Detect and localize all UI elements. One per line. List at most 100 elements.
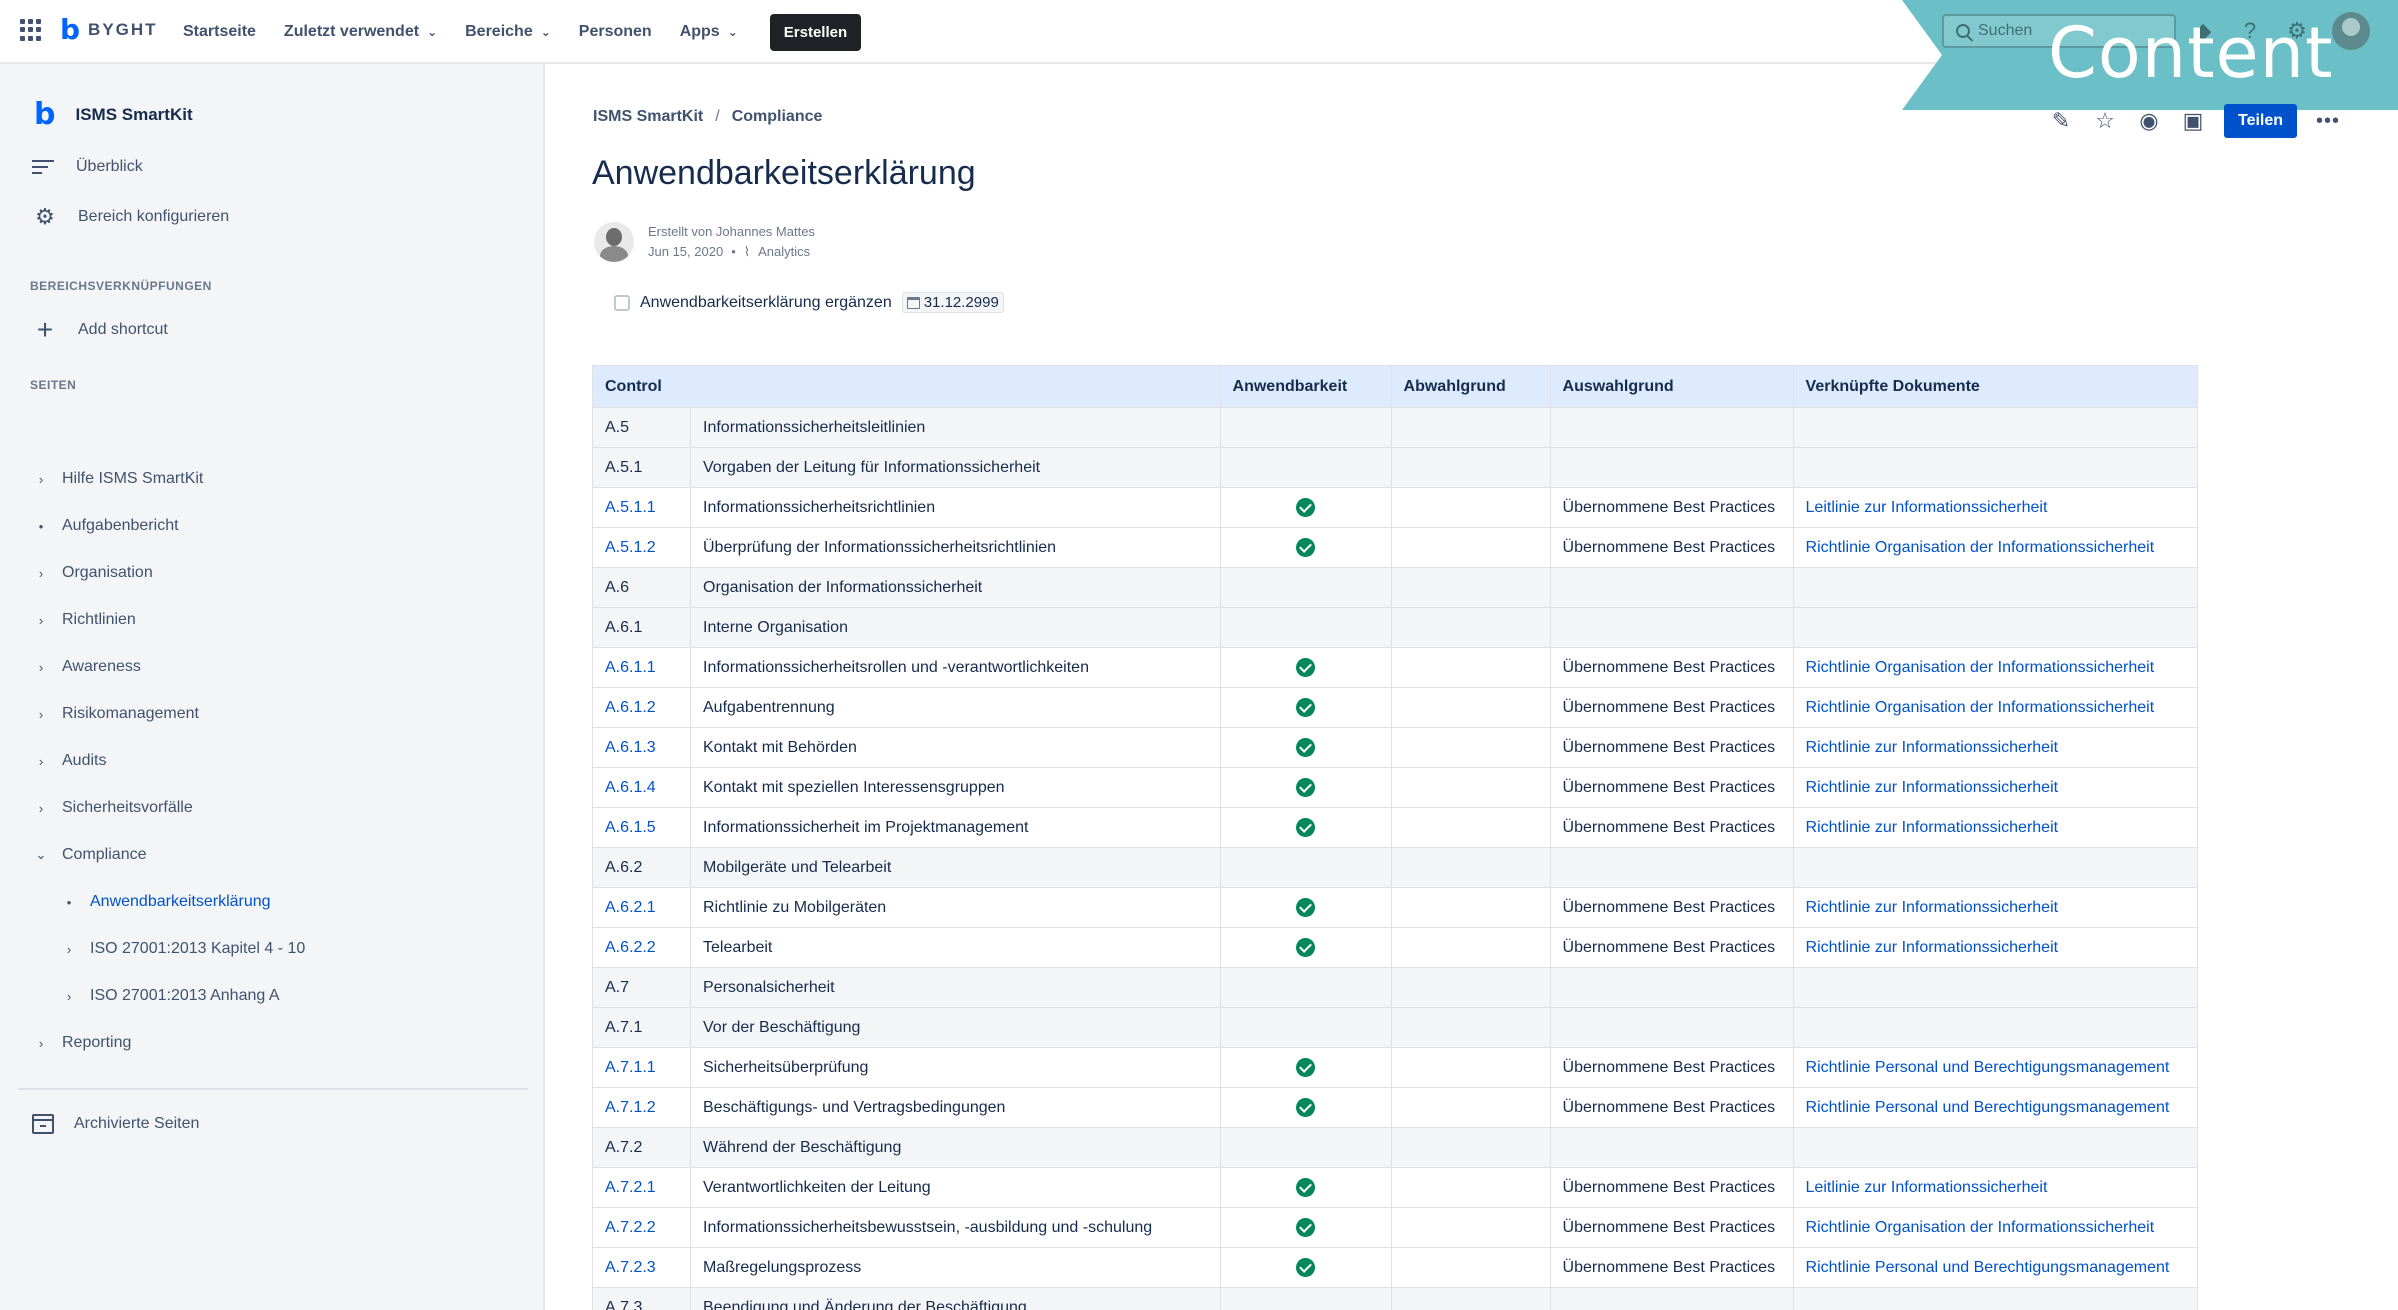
nav-item-startseite[interactable]: Startseite [183,23,256,41]
linked-document-link [1792,447,2199,488]
task-label: Anwendbarkeitserklärung ergänzen [640,293,892,311]
overview-link[interactable]: Überblick [32,158,143,176]
task-checkbox[interactable] [614,294,630,311]
linked-document-link[interactable]: Richtlinie zur Informationssicherheit [1792,727,2199,768]
star-icon[interactable]: ☆ [2092,108,2118,134]
restrictions-lock-icon[interactable]: ▣ [2180,108,2206,134]
linked-document-link[interactable]: Richtlinie zur Informationssicherheit [1792,807,2199,848]
chevron-right-icon[interactable]: › [60,942,78,957]
check-circle-icon [1296,538,1316,557]
control-code[interactable]: A.7.2.2 [592,1207,691,1248]
control-code[interactable]: A.5.1.1 [592,487,691,528]
table-row: A.6.1 Interne Organisation [592,607,2199,648]
chevron-right-icon[interactable]: › [32,566,50,581]
edit-pencil-icon[interactable]: ✎ [2048,108,2074,134]
sidebar-page-awareness[interactable]: › Awareness [32,658,141,676]
space-header[interactable]: b ISMS SmartKit [34,100,193,130]
analytics-link[interactable]: Analytics [758,242,810,262]
sidebar-page-sicherheitsvorf-lle[interactable]: › Sicherheitsvorfälle [32,799,193,817]
share-button[interactable]: Teilen [2224,104,2298,138]
deselection-reason-cell [1390,527,1551,568]
chevron-right-icon[interactable]: › [32,613,50,628]
breadcrumb-space[interactable]: ISMS SmartKit [593,108,703,126]
applicability-cell [1219,607,1392,648]
chevron-right-icon[interactable]: › [32,707,50,722]
linked-document-link[interactable]: Richtlinie Personal und Berechtigungsman… [1792,1047,2199,1088]
chevron-right-icon[interactable]: › [32,801,50,816]
add-shortcut-link[interactable]: + Add shortcut [32,314,168,346]
control-code[interactable]: A.6.2.2 [592,927,691,968]
more-actions-icon[interactable]: ••• [2315,108,2341,134]
linked-document-link[interactable]: Richtlinie Personal und Berechtigungsman… [1792,1247,2199,1288]
applicability-cell [1219,567,1392,608]
chevron-right-icon[interactable]: › [32,660,50,675]
chevron-right-icon[interactable]: › [32,754,50,769]
control-code[interactable]: A.6.1.3 [592,727,691,768]
control-code[interactable]: A.6.1.5 [592,807,691,848]
watch-eye-icon[interactable]: ◉ [2136,108,2162,134]
author-avatar[interactable] [594,222,634,262]
sidebar-page-risikomanagement[interactable]: › Risikomanagement [32,705,199,723]
linked-document-link[interactable]: Leitlinie zur Informationssicherheit [1792,1167,2199,1208]
archived-pages-link[interactable]: Archivierte Seiten [32,1114,199,1134]
control-code[interactable]: A.7.2.1 [592,1167,691,1208]
sidebar-page-organisation[interactable]: › Organisation [32,564,153,582]
applicability-cell [1219,727,1392,768]
nav-item-apps[interactable]: Apps ⌄ [680,23,738,41]
control-name: Maßregelungsprozess [690,1247,1221,1288]
control-code[interactable]: A.6.1.1 [592,647,691,688]
nav-item-bereiche[interactable]: Bereiche ⌄ [465,23,551,41]
breadcrumb-compliance[interactable]: Compliance [732,108,823,126]
product-logo[interactable]: b BYGHT [60,16,158,44]
control-code[interactable]: A.7.1.2 [592,1087,691,1128]
breadcrumb: ISMS SmartKit / Compliance [593,108,822,126]
sidebar-page-audits[interactable]: › Audits [32,752,107,770]
table-row: A.7.1 Vor der Beschäftigung [592,1007,2199,1048]
control-code: A.7.1 [592,1007,691,1048]
sidebar-page-label: Hilfe ISMS SmartKit [62,470,204,487]
configure-space-link[interactable]: ⚙ Bereich konfigurieren [32,204,229,230]
task-due-date[interactable]: 31.12.2999 [901,292,1004,313]
chevron-right-icon[interactable]: › [32,1036,50,1051]
applicability-cell [1219,1127,1392,1168]
selection-reason-cell: Übernommene Best Practices [1549,1207,1794,1248]
breadcrumb-separator: / [715,108,720,125]
create-button[interactable]: Erstellen [769,13,862,51]
linked-document-link[interactable]: Richtlinie zur Informationssicherheit [1792,767,2199,808]
app-switcher-icon[interactable] [20,19,42,41]
control-code: A.6.2 [592,847,691,888]
linked-document-link[interactable]: Richtlinie Organisation der Informations… [1792,687,2199,728]
sidebar-page-iso-27001-2013-kapitel-4-10[interactable]: › ISO 27001:2013 Kapitel 4 - 10 [60,940,305,958]
chevron-down-icon[interactable]: ⌄ [32,847,50,863]
linked-document-link[interactable]: Richtlinie zur Informationssicherheit [1792,927,2199,968]
linked-document-link[interactable]: Leitlinie zur Informationssicherheit [1792,487,2199,528]
linked-document-link[interactable]: Richtlinie zur Informationssicherheit [1792,887,2199,928]
table-row: A.6 Organisation der Informationssicherhe… [592,567,2199,608]
sidebar-page-anwendbarkeitserkl-rung[interactable]: • Anwendbarkeitserklärung [60,893,271,911]
control-code[interactable]: A.6.1.4 [592,767,691,808]
selection-reason-cell: Übernommene Best Practices [1549,767,1794,808]
control-code[interactable]: A.7.2.3 [592,1247,691,1288]
sidebar-page-hilfe-isms-smartkit[interactable]: › Hilfe ISMS SmartKit [32,470,204,488]
linked-document-link[interactable]: Richtlinie Organisation der Informations… [1792,1207,2199,1248]
linked-document-link[interactable]: Richtlinie Organisation der Informations… [1792,647,2199,688]
linked-document-link[interactable]: Richtlinie Organisation der Informations… [1792,527,2199,568]
control-code[interactable]: A.5.1.2 [592,527,691,568]
sidebar-page-aufgabenbericht[interactable]: • Aufgabenbericht [32,517,179,535]
control-code[interactable]: A.6.2.1 [592,887,691,928]
nav-item-personen[interactable]: Personen [579,23,652,41]
linked-document-link[interactable]: Richtlinie Personal und Berechtigungsman… [1792,1087,2199,1128]
chevron-right-icon[interactable]: › [32,472,50,487]
sidebar-page-richtlinien[interactable]: › Richtlinien [32,611,136,629]
configure-space-label: Bereich konfigurieren [78,208,230,225]
sidebar-page-reporting[interactable]: › Reporting [32,1034,132,1052]
nav-item-zuletzt-verwendet[interactable]: Zuletzt verwendet ⌄ [284,23,437,41]
sidebar-page-iso-27001-2013-anhang-a[interactable]: › ISO 27001:2013 Anhang A [60,987,280,1005]
sidebar-page-compliance[interactable]: ⌄ Compliance [32,846,147,864]
col-selection-reason: Auswahlgrund [1549,365,1794,408]
nav-item-label: Bereiche [465,23,533,40]
user-avatar[interactable] [2332,12,2370,50]
control-code[interactable]: A.6.1.2 [592,687,691,728]
chevron-right-icon[interactable]: › [60,989,78,1004]
control-code[interactable]: A.7.1.1 [592,1047,691,1088]
